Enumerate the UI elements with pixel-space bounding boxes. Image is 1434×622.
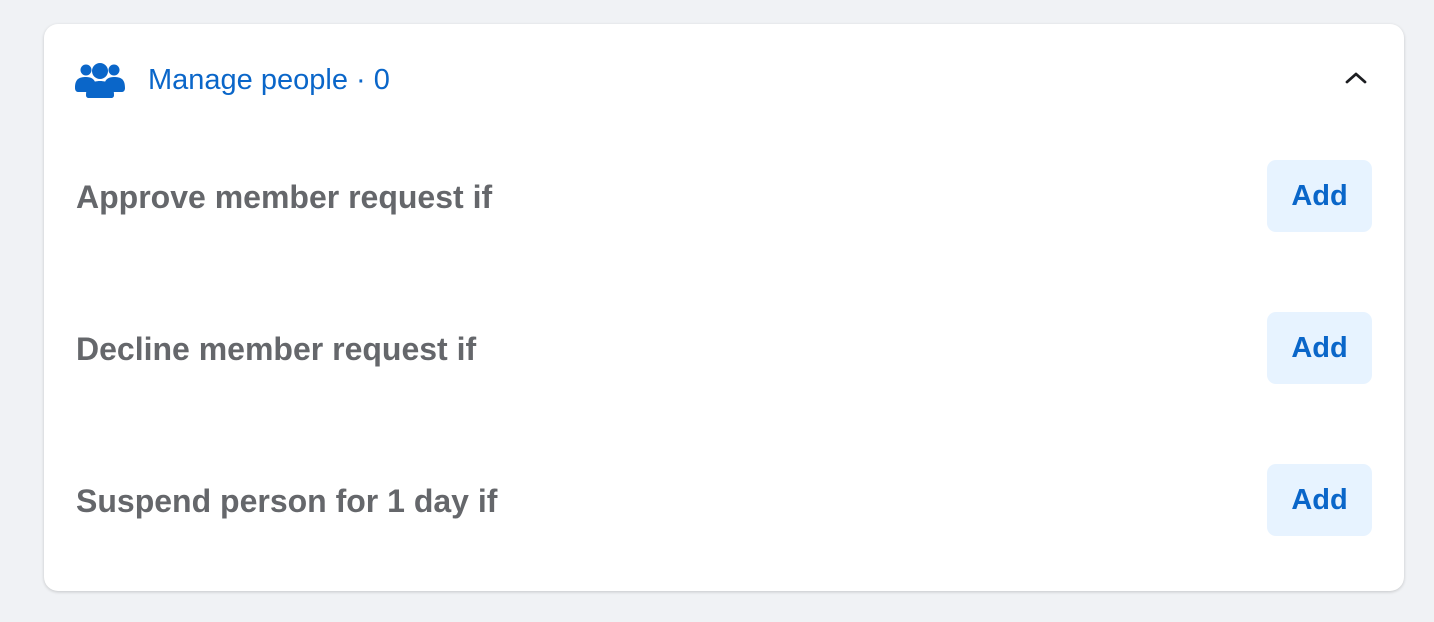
- rule-row-suspend: Suspend person for 1 day if Add: [44, 464, 1404, 536]
- section-title: Manage people · 0: [148, 63, 390, 97]
- rule-row-decline: Decline member request if Add: [44, 312, 1404, 384]
- rule-label: Suspend person for 1 day if: [76, 483, 498, 519]
- collapse-button[interactable]: [1338, 62, 1374, 98]
- rule-label: Decline member request if: [76, 331, 477, 367]
- add-suspend-rule-button[interactable]: Add: [1267, 464, 1372, 536]
- rule-row-approve: Approve member request if Add: [44, 160, 1404, 232]
- rule-count: 0: [373, 64, 390, 96]
- section-header[interactable]: Manage people · 0: [44, 24, 1404, 136]
- rule-label: Approve member request if: [76, 179, 493, 215]
- title-separator: ·: [356, 64, 366, 96]
- add-decline-rule-button[interactable]: Add: [1267, 312, 1372, 384]
- section-title-text: Manage people: [148, 64, 348, 96]
- chevron-up-icon: [1344, 70, 1368, 91]
- people-group-icon: [75, 62, 125, 98]
- add-approve-rule-button[interactable]: Add: [1267, 160, 1372, 232]
- manage-people-card: Manage people · 0 Approve member request…: [44, 24, 1404, 591]
